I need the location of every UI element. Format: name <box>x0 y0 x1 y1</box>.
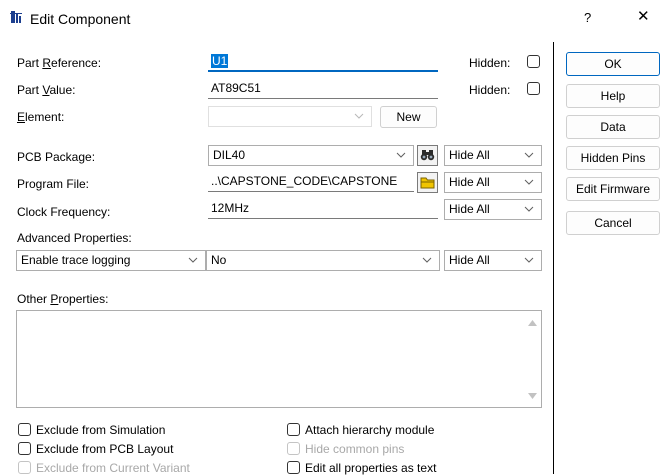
exclude-simulation-label: Exclude from Simulation <box>36 423 166 437</box>
chevron-down-icon <box>354 113 364 119</box>
part-reference-hidden-checkbox[interactable] <box>527 55 540 68</box>
folder-icon <box>420 177 435 189</box>
attach-hierarchy-label: Attach hierarchy module <box>305 423 435 437</box>
program-file-browse-button[interactable] <box>417 172 438 193</box>
advanced-property-value: Enable trace logging <box>21 253 131 267</box>
hide-common-pins-label: Hide common pins <box>305 442 405 456</box>
element-new-button[interactable]: New <box>380 106 437 128</box>
element-select[interactable] <box>208 106 372 127</box>
clock-frequency-visibility-value: Hide All <box>449 202 490 216</box>
part-value-label: Part Value: <box>17 83 76 97</box>
chevron-down-icon <box>524 179 534 185</box>
edit-all-text-checkbox[interactable] <box>287 461 300 474</box>
program-file-input[interactable]: ..\CAPSTONE_CODE\CAPSTONE <box>208 172 414 192</box>
part-value-input[interactable]: AT89C51 <box>208 79 438 99</box>
other-properties-label: Other Properties: <box>17 292 109 306</box>
part-reference-hidden-label: Hidden: <box>469 56 511 70</box>
other-properties-textarea[interactable] <box>16 310 542 408</box>
element-label: Element: <box>17 110 65 124</box>
chevron-down-icon <box>422 257 432 263</box>
hide-common-pins-checkbox <box>287 442 300 455</box>
part-value-hidden-checkbox[interactable] <box>527 82 540 95</box>
program-file-label: Program File: <box>17 177 90 191</box>
pcb-package-value: DIL40 <box>213 148 246 162</box>
advanced-property-select[interactable]: Enable trace logging <box>16 250 206 271</box>
chevron-down-icon <box>188 257 198 263</box>
exclude-pcb-checkbox[interactable] <box>18 442 31 455</box>
chevron-down-icon <box>524 152 534 158</box>
data-button[interactable]: Data <box>566 115 660 139</box>
panel-divider <box>553 42 554 474</box>
program-file-value: ..\CAPSTONE_CODE\CAPSTONE <box>211 174 398 188</box>
part-reference-input[interactable]: U1 <box>208 52 438 72</box>
part-value-hidden-label: Hidden: <box>469 83 511 97</box>
binoculars-icon <box>420 150 435 161</box>
chevron-down-icon <box>524 257 534 263</box>
clock-frequency-input[interactable]: 12MHz <box>208 199 438 219</box>
part-reference-value: U1 <box>211 54 229 68</box>
edit-all-text-label: Edit all properties as text <box>305 461 437 475</box>
close-icon[interactable]: ✕ <box>637 9 650 24</box>
clock-frequency-value: 12MHz <box>211 201 250 215</box>
edit-firmware-button[interactable]: Edit Firmware <box>566 177 660 201</box>
pcb-package-visibility-value: Hide All <box>449 148 490 162</box>
exclude-simulation-checkbox[interactable] <box>18 423 31 436</box>
advanced-properties-label: Advanced Properties: <box>17 231 132 245</box>
advanced-visibility-value: Hide All <box>449 253 490 267</box>
cancel-button[interactable]: Cancel <box>566 211 660 235</box>
advanced-visibility-select[interactable]: Hide All <box>444 250 542 271</box>
advanced-value: No <box>211 253 227 267</box>
help-icon[interactable]: ? <box>584 11 591 25</box>
pcb-package-visibility-select[interactable]: Hide All <box>444 145 542 166</box>
exclude-variant-label: Exclude from Current Variant <box>36 461 190 475</box>
ok-button[interactable]: OK <box>566 52 660 76</box>
attach-hierarchy-checkbox[interactable] <box>287 423 300 436</box>
advanced-value-select[interactable]: No <box>206 250 440 271</box>
part-value-value: AT89C51 <box>211 81 261 95</box>
title-bar: Edit Component ? ✕ <box>0 0 660 36</box>
program-file-visibility-value: Hide All <box>449 175 490 189</box>
program-file-visibility-select[interactable]: Hide All <box>444 172 542 193</box>
part-reference-label: Part Reference: <box>17 56 102 70</box>
pcb-package-label: PCB Package: <box>17 150 96 164</box>
help-button[interactable]: Help <box>566 84 660 108</box>
clock-frequency-visibility-select[interactable]: Hide All <box>444 199 542 220</box>
scroll-down-icon[interactable] <box>528 393 537 400</box>
clock-frequency-label: Clock Frequency: <box>17 205 111 219</box>
exclude-pcb-label: Exclude from PCB Layout <box>36 442 174 456</box>
textarea-scrollbar[interactable] <box>524 311 541 407</box>
window-title: Edit Component <box>30 11 131 27</box>
package-browse-button[interactable] <box>417 145 438 166</box>
pcb-package-select[interactable]: DIL40 <box>208 145 414 166</box>
app-icon <box>10 10 22 24</box>
chevron-down-icon <box>396 152 406 158</box>
scroll-up-icon[interactable] <box>528 319 537 326</box>
exclude-variant-checkbox <box>18 461 31 474</box>
hidden-pins-button[interactable]: Hidden Pins <box>566 146 660 170</box>
chevron-down-icon <box>524 206 534 212</box>
